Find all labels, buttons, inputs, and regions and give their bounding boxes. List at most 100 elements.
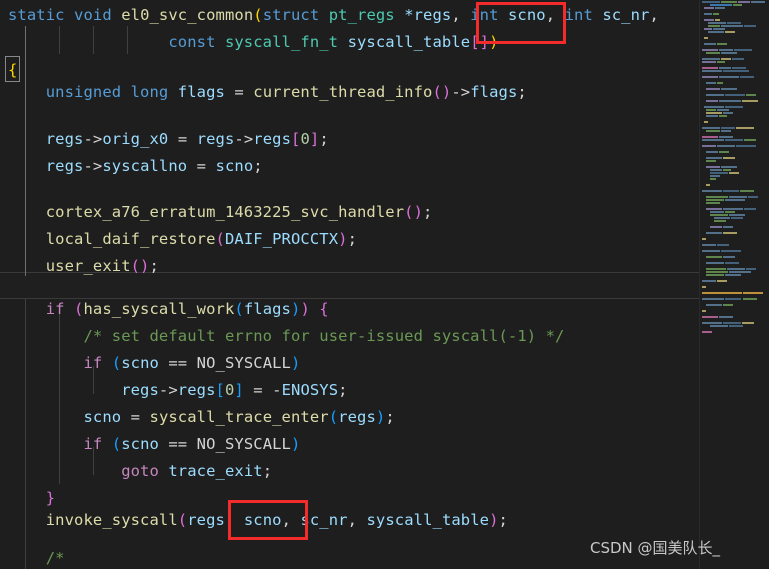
code-token: = bbox=[130, 408, 150, 426]
code-token: [ bbox=[215, 381, 225, 399]
minimap-token bbox=[719, 49, 733, 51]
minimap-token bbox=[719, 136, 733, 138]
code-line-text: if (has_syscall_work(flags)) { bbox=[0, 296, 329, 323]
minimap-token bbox=[740, 76, 754, 78]
code-line-text: if (scno == NO_SYSCALL) bbox=[0, 350, 300, 377]
minimap-token bbox=[702, 139, 724, 141]
minimap-token bbox=[723, 232, 737, 234]
minimap-token bbox=[702, 70, 722, 72]
minimap-token bbox=[710, 325, 728, 327]
code-line[interactable]: if (has_syscall_work(flags)) { bbox=[0, 296, 700, 323]
minimap-token bbox=[706, 199, 724, 201]
minimap-token bbox=[729, 172, 739, 174]
code-token: flags bbox=[470, 83, 518, 101]
minimap-token bbox=[702, 244, 716, 246]
minimap-token bbox=[729, 196, 747, 198]
minimap-token bbox=[706, 130, 720, 132]
code-token: -> bbox=[83, 157, 103, 175]
code-line[interactable]: if (scno == NO_SYSCALL) bbox=[0, 350, 700, 377]
code-token: () bbox=[404, 203, 424, 221]
minimap-token bbox=[721, 1, 737, 3]
code-token: -> bbox=[451, 83, 471, 101]
minimap-token bbox=[704, 121, 708, 123]
code-line[interactable]: cortex_a76_erratum_1463225_svc_handler()… bbox=[0, 199, 700, 226]
minimap-token bbox=[702, 280, 716, 282]
code-token: () bbox=[130, 257, 150, 275]
code-line[interactable]: regs->syscallno = scno; bbox=[0, 153, 700, 180]
code-token: -> bbox=[158, 381, 178, 399]
minimap-token bbox=[702, 331, 712, 333]
minimap-token bbox=[733, 4, 742, 6]
code-token: scno bbox=[121, 435, 169, 453]
code-token: regs bbox=[187, 511, 225, 529]
code-line[interactable]: user_exit(); bbox=[0, 253, 700, 280]
code-token: regs bbox=[45, 130, 84, 148]
code-line[interactable]: if (scno == NO_SYSCALL) bbox=[0, 431, 700, 458]
minimap-token bbox=[746, 268, 756, 270]
minimap-token bbox=[729, 214, 745, 216]
minimap-token bbox=[704, 7, 714, 9]
code-token: , bbox=[224, 511, 244, 529]
minimap-token bbox=[743, 298, 757, 300]
minimap-token bbox=[723, 322, 741, 324]
minimap-token bbox=[702, 61, 716, 63]
code-line[interactable]: /* set default errno for user-issued sys… bbox=[0, 323, 700, 350]
minimap-token bbox=[717, 43, 727, 45]
code-token: NO_SYSCALL bbox=[196, 354, 291, 372]
code-line[interactable]: unsigned long flags = current_thread_inf… bbox=[0, 79, 700, 106]
minimap-token bbox=[704, 13, 712, 15]
code-line-text: /* set default errno for user-issued sys… bbox=[0, 323, 565, 350]
code-token: == bbox=[168, 435, 197, 453]
code-token: = - bbox=[243, 381, 282, 399]
code-editor[interactable]: static void el0_svc_common(struct pt_reg… bbox=[0, 0, 700, 569]
code-line[interactable]: regs->orig_x0 = regs->regs[0]; bbox=[0, 126, 700, 153]
minimap-token bbox=[719, 316, 733, 318]
minimap-token bbox=[706, 184, 710, 186]
minimap-token bbox=[723, 157, 735, 159]
minimap-token bbox=[706, 262, 724, 264]
code-token: orig_x0 bbox=[102, 130, 178, 148]
minimap-token bbox=[706, 271, 728, 273]
code-token: ; bbox=[385, 408, 395, 426]
code-token: if bbox=[83, 435, 112, 453]
code-line[interactable]: scno = syscall_trace_enter(regs); bbox=[0, 404, 700, 431]
minimap-token bbox=[725, 139, 743, 141]
code-token: ( bbox=[177, 511, 188, 529]
code-token: = bbox=[177, 130, 197, 148]
code-token: scno bbox=[243, 511, 282, 529]
code-token: unsigned bbox=[45, 83, 131, 101]
code-token: ENOSYS bbox=[281, 381, 339, 399]
minimap-token bbox=[704, 37, 708, 39]
code-token: , bbox=[545, 6, 565, 24]
code-token: if bbox=[83, 354, 112, 372]
minimap-token bbox=[723, 256, 735, 258]
code-line[interactable]: goto trace_exit; bbox=[0, 458, 700, 485]
code-token: ; bbox=[338, 381, 348, 399]
minimap-token bbox=[710, 175, 720, 177]
minimap[interactable] bbox=[699, 0, 769, 569]
minimap-token bbox=[704, 106, 724, 108]
code-token: ( bbox=[111, 435, 122, 453]
code-line-text: unsigned long flags = current_thread_inf… bbox=[0, 79, 527, 106]
code-line[interactable]: static void el0_svc_common(struct pt_reg… bbox=[0, 2, 700, 29]
code-token: user_exit bbox=[45, 257, 131, 275]
minimap-token bbox=[702, 322, 722, 324]
code-token: scno bbox=[215, 157, 254, 175]
minimap-token bbox=[719, 151, 729, 153]
code-line-text: regs->regs[0] = -ENOSYS; bbox=[0, 377, 348, 404]
minimap-token bbox=[723, 70, 749, 72]
code-line[interactable]: invoke_syscall(regs, scno, sc_nr, syscal… bbox=[0, 507, 700, 534]
code-line[interactable]: const syscall_fn_t syscall_table[]) bbox=[0, 29, 700, 56]
code-token: ( bbox=[215, 230, 225, 248]
minimap-token bbox=[719, 115, 727, 117]
code-token: ) bbox=[489, 33, 499, 51]
minimap-token bbox=[738, 1, 750, 3]
code-token: regs bbox=[177, 381, 216, 399]
code-line[interactable]: local_daif_restore(DAIF_PROCCTX); bbox=[0, 226, 700, 253]
code-token: syscall_table bbox=[347, 33, 471, 51]
minimap-token bbox=[723, 208, 743, 210]
code-line[interactable]: regs->regs[0] = -ENOSYS; bbox=[0, 377, 700, 404]
